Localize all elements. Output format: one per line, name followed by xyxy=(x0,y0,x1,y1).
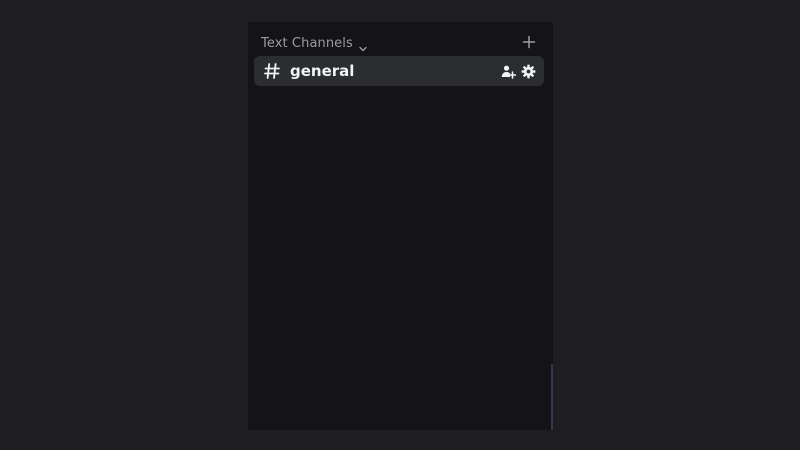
channel-item-general[interactable]: general xyxy=(254,56,544,86)
invite-icon[interactable] xyxy=(501,64,516,79)
channel-sidebar: Text Channels general xyxy=(248,22,553,430)
category-text-channels[interactable]: Text Channels xyxy=(261,34,542,52)
channel-name: general xyxy=(290,62,355,80)
sidebar-scrollbar[interactable] xyxy=(551,364,553,430)
add-channel-button[interactable] xyxy=(520,34,538,52)
gear-icon[interactable] xyxy=(521,64,536,79)
app-window: Text Channels general xyxy=(0,0,800,450)
channel-actions xyxy=(501,64,536,79)
category-label: Text Channels xyxy=(261,35,353,51)
chevron-down-icon xyxy=(358,39,368,51)
hash-icon xyxy=(262,61,282,81)
plus-icon xyxy=(522,34,536,53)
